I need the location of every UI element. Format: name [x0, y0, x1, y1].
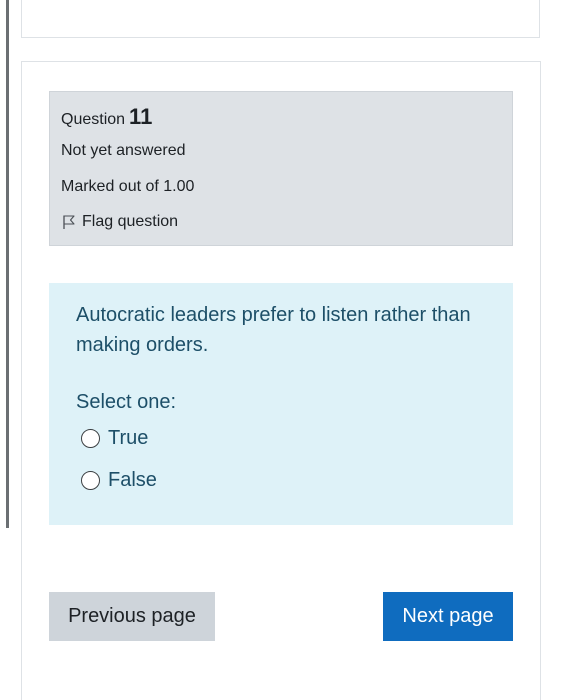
select-one-prompt: Select one: [76, 391, 177, 413]
next-page-button[interactable]: Next page [383, 592, 513, 641]
flag-question-label: Flag question [82, 213, 179, 230]
question-number: 11 [129, 104, 153, 129]
option-false[interactable]: False [81, 469, 157, 492]
question-content: Autocratic leaders prefer to listen rath… [49, 283, 513, 525]
question-text: Autocratic leaders prefer to listen rath… [76, 304, 471, 356]
question-grade: Marked out of 1.00 [61, 178, 195, 195]
radio-true[interactable] [81, 429, 100, 448]
previous-page-button[interactable]: Previous page [49, 592, 215, 641]
radio-false[interactable] [81, 471, 100, 490]
question-number-label: Question 11 [61, 104, 152, 130]
left-scroll-rule [6, 0, 9, 528]
question-info: Question 11 Not yet answered Marked out o… [49, 91, 513, 246]
option-true[interactable]: True [81, 427, 148, 450]
quiz-page: Question 11 Not yet answered Marked out o… [0, 0, 562, 700]
question-state: Not yet answered [61, 142, 186, 159]
flag-question-link[interactable]: Flag question [61, 213, 178, 231]
previous-question-card [21, 0, 540, 38]
question-prefix: Question [61, 111, 126, 128]
flag-icon [61, 214, 77, 230]
option-true-label[interactable]: True [108, 427, 148, 450]
option-false-label[interactable]: False [108, 469, 157, 492]
